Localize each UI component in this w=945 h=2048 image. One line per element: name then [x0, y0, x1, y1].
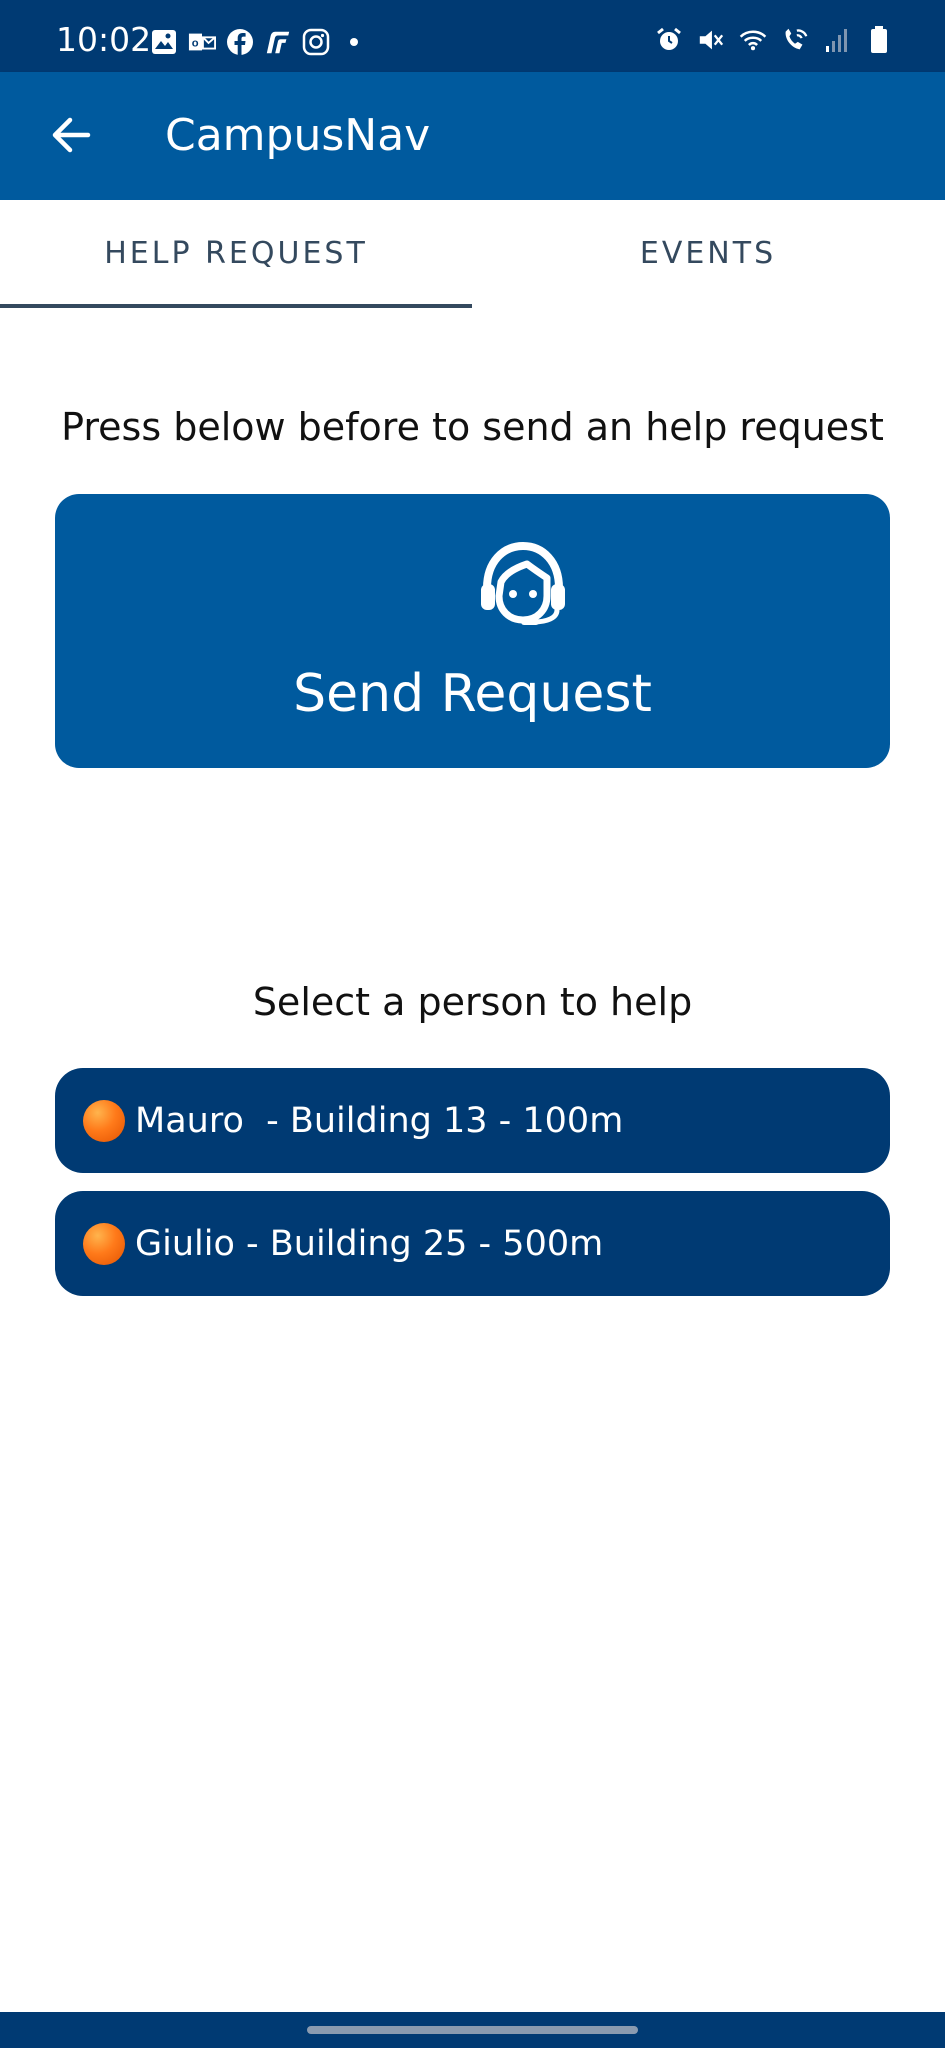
arrow-left-icon — [50, 116, 92, 158]
tab-indicator — [0, 304, 472, 308]
dot-icon — [340, 28, 368, 56]
tab-bar: HELP REQUEST EVENTS — [0, 200, 945, 312]
signal-icon — [823, 26, 851, 54]
app-title: CampusNav — [165, 110, 431, 161]
back-button[interactable] — [36, 102, 106, 172]
person-list: Mauro - Building 13 - 100m Giulio - Buil… — [55, 1068, 890, 1314]
trenitalia-icon — [264, 28, 292, 56]
send-request-button[interactable]: Send Request — [55, 494, 890, 768]
tab-help-request[interactable]: HELP REQUEST — [0, 200, 472, 312]
navigation-bar — [0, 2012, 945, 2048]
alarm-icon — [655, 26, 683, 54]
tab-label: HELP REQUEST — [104, 235, 368, 271]
battery-icon — [865, 26, 893, 54]
app-bar: CampusNav — [0, 72, 945, 200]
wifi-icon — [739, 26, 767, 54]
headset-agent-icon — [475, 538, 571, 628]
facebook-icon — [226, 28, 254, 56]
person-item-giulio[interactable]: Giulio - Building 25 - 500m — [55, 1191, 890, 1296]
svg-text:o: o — [192, 38, 199, 50]
person-label: Giulio - Building 25 - 500m — [135, 1223, 604, 1264]
system-icons — [655, 26, 893, 54]
person-label: Mauro - Building 13 - 100m — [135, 1100, 624, 1141]
notification-icons: o — [150, 28, 368, 56]
wifi-call-icon — [781, 26, 809, 54]
gallery-icon — [150, 28, 178, 56]
tab-label: EVENTS — [639, 235, 777, 271]
status-bar: 10:02 o — [0, 0, 945, 72]
instagram-icon — [302, 28, 330, 56]
status-time: 10:02 — [56, 20, 152, 59]
send-request-label: Send Request — [293, 664, 652, 724]
person-item-mauro[interactable]: Mauro - Building 13 - 100m — [55, 1068, 890, 1173]
outlook-icon: o — [188, 28, 216, 56]
tab-events[interactable]: EVENTS — [472, 200, 944, 312]
status-dot-icon — [83, 1222, 125, 1265]
select-person-label: Select a person to help — [252, 980, 693, 1024]
home-gesture-handle[interactable] — [307, 2026, 638, 2034]
help-instruction-text: Press below before to send an help reque… — [61, 405, 884, 449]
mute-icon — [697, 26, 725, 54]
status-dot-icon — [83, 1099, 125, 1142]
